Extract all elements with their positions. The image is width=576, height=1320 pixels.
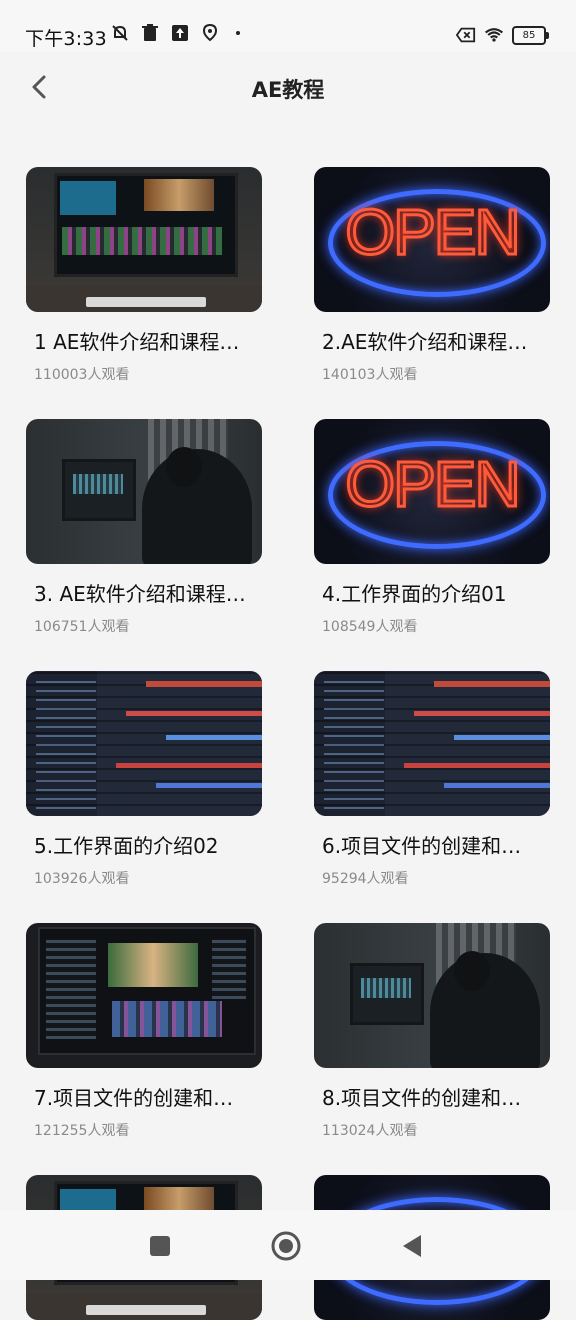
video-views: 95294人观看 (322, 871, 409, 887)
video-title[interactable]: 5.工作界面的介绍02 (34, 830, 256, 859)
location-icon (200, 23, 220, 43)
page-title: AE教程 (251, 78, 325, 102)
video-title[interactable]: 3. AE软件介绍和课程… (34, 578, 256, 607)
video-title[interactable]: 8.项目文件的创建和… (322, 1082, 544, 1111)
video-views: 113024人观看 (322, 1123, 418, 1139)
video-card-4[interactable]: OPEN 4.工作界面的介绍01 108549人观看 (314, 419, 550, 636)
video-card-8[interactable]: 8.项目文件的创建和… 113024人观看 (314, 923, 550, 1140)
video-card-7[interactable]: 7.项目文件的创建和… 121255人观看 (26, 923, 262, 1140)
battery-icon: 85 (512, 25, 549, 45)
video-card-6[interactable]: 6.项目文件的创建和… 95294人观看 (314, 671, 550, 888)
video-thumbnail[interactable] (26, 671, 262, 816)
video-title[interactable]: 1 AE软件介绍和课程… (34, 326, 256, 355)
system-nav-bar (0, 1210, 576, 1280)
video-thumbnail[interactable] (26, 923, 262, 1068)
sim-off-icon (456, 25, 476, 45)
video-card-1[interactable]: 1 AE软件介绍和课程… 110003人观看 (26, 167, 262, 384)
video-views: 140103人观看 (322, 367, 418, 383)
video-views: 108549人观看 (322, 619, 418, 635)
video-thumbnail[interactable]: OPEN (314, 419, 550, 564)
status-icons-right: 85 (456, 25, 549, 45)
upload-icon (170, 23, 190, 43)
app-header: AE教程 (0, 52, 576, 124)
trash-icon (140, 23, 160, 43)
mute-icon (110, 23, 130, 43)
video-thumbnail[interactable]: OPEN (314, 167, 550, 312)
open-sign-art: OPEN (344, 195, 522, 270)
open-sign-art: OPEN (344, 447, 522, 522)
status-bar: 下午3:33 85 (0, 0, 576, 52)
video-card-5[interactable]: 5.工作界面的介绍02 103926人观看 (26, 671, 262, 888)
home-circle-icon (271, 1231, 301, 1261)
recents-button[interactable] (144, 1230, 176, 1262)
video-title[interactable]: 4.工作界面的介绍01 (322, 578, 544, 607)
video-thumbnail[interactable] (314, 671, 550, 816)
video-card-2[interactable]: OPEN 2.AE软件介绍和课程… 140103人观看 (314, 167, 550, 384)
video-title[interactable]: 6.项目文件的创建和… (322, 830, 544, 859)
video-title[interactable]: 2.AE软件介绍和课程… (322, 326, 544, 355)
video-views: 121255人观看 (34, 1123, 130, 1139)
status-icons-left (110, 23, 240, 43)
video-views: 103926人观看 (34, 871, 130, 887)
video-thumbnail[interactable] (26, 419, 262, 564)
back-nav-button[interactable] (396, 1230, 428, 1262)
wifi-icon (484, 25, 504, 45)
video-views: 106751人观看 (34, 619, 130, 635)
video-card-3[interactable]: 3. AE软件介绍和课程… 106751人观看 (26, 419, 262, 636)
video-thumbnail[interactable] (314, 923, 550, 1068)
home-button[interactable] (270, 1230, 302, 1262)
status-time: 下午3:33 (25, 28, 107, 50)
video-views: 110003人观看 (34, 367, 130, 383)
recents-square-icon (150, 1236, 170, 1256)
video-thumbnail[interactable] (26, 167, 262, 312)
back-triangle-icon (403, 1235, 421, 1257)
notification-dot (236, 31, 240, 35)
video-title[interactable]: 7.项目文件的创建和… (34, 1082, 256, 1111)
